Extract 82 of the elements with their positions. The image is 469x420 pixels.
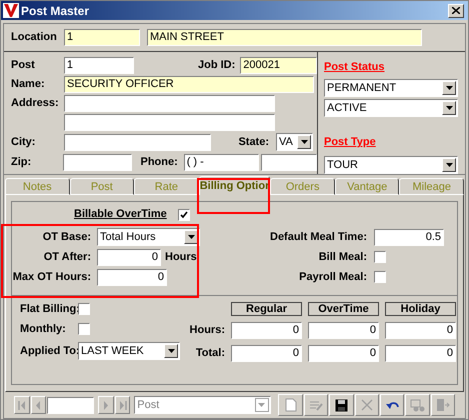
row-label: Total: (194, 346, 225, 362)
zip-label: Zip: (11, 154, 32, 170)
column-header: Holiday (385, 302, 456, 316)
exit-door-icon (436, 398, 450, 412)
column-header: Regular (231, 302, 302, 316)
dropdown-arrow-icon[interactable] (300, 140, 308, 144)
app-logo-icon (3, 3, 19, 18)
amount-field[interactable]: 0 (385, 322, 456, 339)
previous-icon (35, 400, 42, 410)
address-field[interactable] (64, 95, 275, 112)
billable-overtime-checkbox[interactable] (178, 208, 190, 220)
zip-field[interactable] (63, 154, 132, 170)
monthly-checkbox[interactable] (78, 323, 90, 335)
ot-base-label: OT Base: (42, 230, 91, 245)
amount-field[interactable]: 0 (231, 345, 302, 362)
city-label: City: (11, 134, 36, 150)
post-status-dropdown[interactable]: PERMANENT (324, 78, 458, 97)
default-meal-time-label: Default Meal Time: (269, 230, 367, 245)
dropdown-arrow-icon[interactable] (168, 349, 174, 353)
save-icon (334, 398, 348, 412)
ot-after-field[interactable]: 0 (97, 248, 161, 266)
job-id-field[interactable]: 200021 (240, 57, 318, 74)
max-ot-hours-field[interactable]: 0 (97, 268, 167, 286)
amount-field[interactable]: 0 (231, 322, 302, 339)
address-field[interactable] (64, 114, 275, 131)
save-button[interactable] (329, 394, 354, 416)
dropdown-arrow-icon[interactable] (446, 162, 452, 167)
undo-icon (386, 400, 399, 410)
dropdown-arrow-icon[interactable] (446, 86, 452, 90)
applied-to-label: Applied To: (20, 344, 78, 359)
job-id-label: Job ID: (196, 58, 236, 74)
default-meal-time-field[interactable]: 0.5 (374, 228, 444, 246)
ot-after-label: OT After: (42, 250, 91, 265)
bill-meal-label: Bill Meal: (318, 250, 367, 265)
phone-field[interactable]: ( ) - (184, 154, 259, 170)
payroll-meal-checkbox[interactable] (374, 271, 386, 283)
next-icon (102, 400, 109, 410)
close-icon (452, 7, 460, 14)
last-record-icon (118, 400, 126, 410)
page-icon (284, 398, 297, 412)
phone-extension-field[interactable] (260, 154, 318, 170)
location-name-field[interactable]: MAIN STREET (147, 29, 422, 46)
amount-field[interactable]: 0 (308, 322, 379, 339)
first-record-icon (18, 400, 26, 410)
pencil-icon (308, 398, 323, 412)
post-status-dropdown[interactable]: ACTIVE (324, 98, 458, 117)
hours-unit-label: Hours (165, 250, 197, 265)
dropdown-arrow-icon[interactable] (446, 106, 452, 110)
record-type-dropdown[interactable]: Post (134, 396, 271, 414)
dropdown-arrow-icon[interactable] (188, 235, 194, 239)
billable-overtime-label: Billable OverTime (74, 207, 168, 222)
amount-field[interactable]: 0 (308, 345, 379, 362)
window-title: Post Master (21, 2, 90, 20)
flat-billing-checkbox[interactable] (78, 303, 90, 315)
flat-billing-label: Flat Billing: (20, 302, 78, 317)
column-header: OverTime (308, 302, 379, 316)
name-field[interactable]: SECURITY OFFICER (64, 76, 314, 93)
undo-button[interactable] (380, 394, 404, 416)
location-label: Location (11, 30, 58, 46)
state-dropdown[interactable]: VA (276, 133, 313, 151)
ot-base-dropdown[interactable]: Total Hours (97, 228, 200, 246)
bill-meal-checkbox[interactable] (374, 251, 386, 263)
checkmark-icon (180, 210, 188, 218)
post-field[interactable]: 1 (64, 57, 134, 74)
applied-to-dropdown[interactable]: LAST WEEK (78, 342, 180, 360)
record-number-field[interactable] (47, 396, 94, 414)
name-label: Name: (11, 77, 46, 92)
monthly-label: Monthly: (20, 322, 67, 337)
post-label: Post (11, 58, 36, 74)
max-ot-hours-label: Max OT Hours: (12, 270, 91, 285)
address-label: Address: (11, 96, 60, 112)
payroll-meal-label: Payroll Meal: (298, 270, 367, 285)
location-code-field[interactable]: 1 (64, 29, 140, 46)
post-type-dropdown[interactable]: TOUR (324, 156, 458, 174)
close-icon (360, 399, 373, 411)
state-label: State: (237, 134, 269, 150)
city-field[interactable] (64, 134, 211, 150)
amount-field[interactable]: 0 (385, 345, 456, 362)
phone-label: Phone: (140, 154, 178, 170)
close-button[interactable] (448, 4, 464, 18)
row-label: Hours: (188, 323, 225, 338)
binoculars-icon (410, 398, 425, 412)
